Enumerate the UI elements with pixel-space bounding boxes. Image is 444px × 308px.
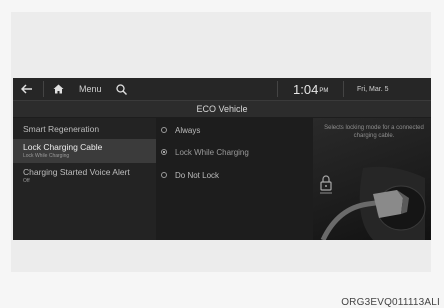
radio-button[interactable]: [161, 172, 167, 178]
sidebar-item-sublabel: Off: [23, 178, 30, 184]
sidebar-item-smart-regeneration[interactable]: Smart Regeneration: [13, 124, 156, 134]
topbar-divider: [343, 81, 344, 97]
figure-code: ORG3EVQ011113ALI: [341, 297, 440, 308]
sidebar-item-charging-started-voice-alert[interactable]: Charging Started Voice Alert Off: [13, 167, 156, 184]
date-display: Fri, Mar. 5: [357, 85, 389, 93]
page-title: ECO Vehicle: [13, 101, 431, 117]
menu-label: Menu: [79, 84, 102, 94]
option-list: Always Lock While Charging Do Not Lock: [161, 118, 311, 240]
clock: 1:04 PM: [293, 78, 328, 100]
sidebar-item-label: Lock Charging Cable: [23, 142, 103, 152]
option-do-not-lock[interactable]: Do Not Lock: [161, 168, 219, 182]
option-always[interactable]: Always: [161, 123, 200, 137]
option-lock-while-charging[interactable]: Lock While Charging: [161, 145, 249, 159]
topbar-divider: [43, 81, 44, 97]
sidebar-item-label: Charging Started Voice Alert: [23, 167, 130, 177]
sidebar-item-label: Smart Regeneration: [23, 124, 100, 134]
sidebar-item-lock-charging-cable[interactable]: Lock Charging Cable Lock While Charging: [13, 139, 156, 163]
radio-button-selected[interactable]: [161, 149, 167, 155]
menu-button[interactable]: Menu: [79, 78, 102, 100]
search-icon: [116, 83, 127, 95]
option-label: Do Not Lock: [175, 170, 220, 180]
charging-plug-lock-icon: [320, 166, 426, 240]
option-label: Always: [175, 125, 201, 135]
home-button[interactable]: [53, 78, 69, 100]
infotainment-screen: Menu 1:04 PM Fri, Mar. 5 ECO Vehicle Sma…: [13, 78, 431, 240]
home-icon: [53, 84, 64, 94]
top-bar: Menu 1:04 PM Fri, Mar. 5: [13, 78, 431, 101]
sidebar: Smart Regeneration Lock Charging Cable L…: [13, 118, 156, 240]
search-button[interactable]: [116, 78, 132, 100]
option-label: Lock While Charging: [175, 147, 249, 157]
info-panel: Selects locking mode for a connected cha…: [313, 118, 431, 240]
back-button[interactable]: [21, 78, 37, 100]
clock-suffix: PM: [319, 87, 329, 94]
topbar-divider: [277, 81, 278, 97]
radio-button[interactable]: [161, 127, 167, 133]
back-arrow-icon: [21, 84, 32, 94]
clock-time: 1:04: [293, 81, 319, 97]
sidebar-item-sublabel: Lock While Charging: [23, 153, 70, 159]
